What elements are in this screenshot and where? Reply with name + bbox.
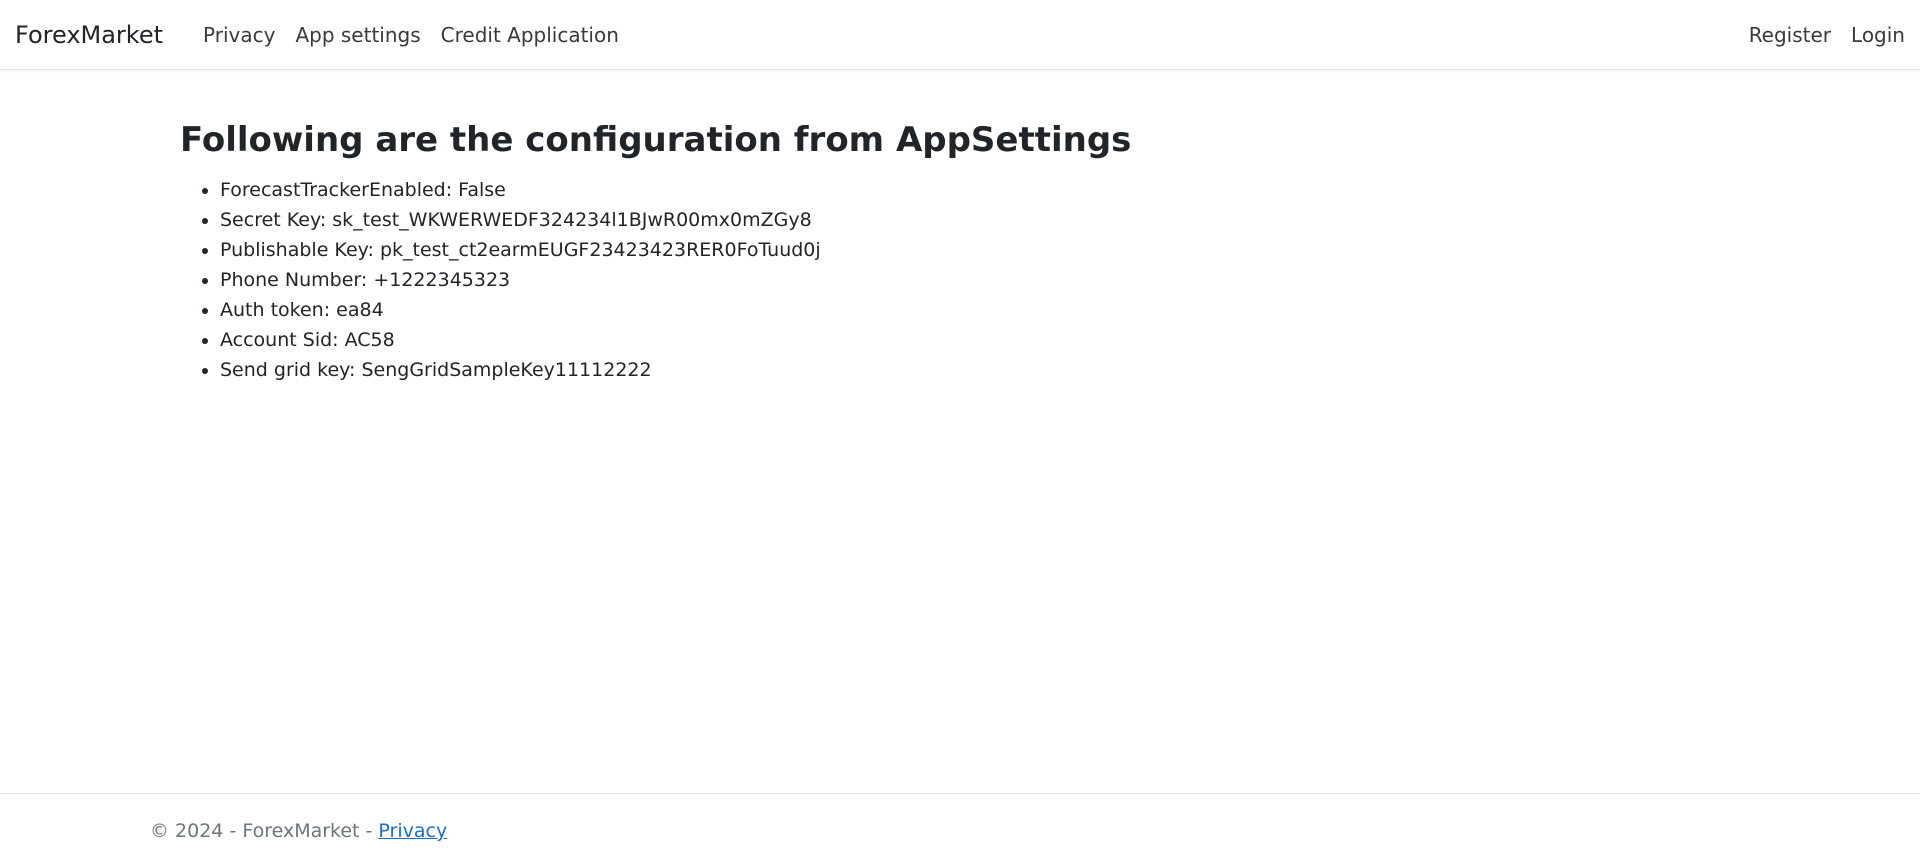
brand-link[interactable]: ForexMarket — [15, 21, 163, 49]
footer-privacy-link[interactable]: Privacy — [378, 820, 447, 842]
config-item-auth-token: Auth token: ea84 — [220, 295, 1740, 325]
nav-link-privacy[interactable]: Privacy — [193, 15, 285, 55]
nav-link-credit-application[interactable]: Credit Application — [431, 15, 629, 55]
config-item-account-sid: Account Sid: AC58 — [220, 325, 1740, 355]
nav-link-login[interactable]: Login — [1841, 15, 1905, 55]
config-item-forecast-tracker: ForecastTrackerEnabled: False — [220, 175, 1740, 205]
account-nav: Register Login — [1739, 15, 1905, 55]
config-item-phone-number: Phone Number: +1222345323 — [220, 265, 1740, 295]
main-content: Following are the configuration from App… — [180, 120, 1740, 385]
config-item-publishable-key: Publishable Key: pk_test_ct2earmEUGF2342… — [220, 235, 1740, 265]
page-title: Following are the configuration from App… — [180, 120, 1132, 160]
config-list: ForecastTrackerEnabled: False Secret Key… — [180, 175, 1740, 385]
config-item-send-grid-key: Send grid key: SengGridSampleKey11112222 — [220, 355, 1740, 385]
nav-link-app-settings[interactable]: App settings — [285, 15, 430, 55]
nav-link-register[interactable]: Register — [1739, 15, 1841, 55]
page-footer: © 2024 - ForexMarket - Privacy — [0, 793, 1920, 868]
primary-nav: Privacy App settings Credit Application — [193, 15, 629, 55]
footer-copyright: © 2024 - ForexMarket - — [150, 820, 373, 842]
config-item-secret-key: Secret Key: sk_test_WKWERWEDF324234l1BJw… — [220, 205, 1740, 235]
top-navbar: ForexMarket Privacy App settings Credit … — [0, 0, 1920, 70]
